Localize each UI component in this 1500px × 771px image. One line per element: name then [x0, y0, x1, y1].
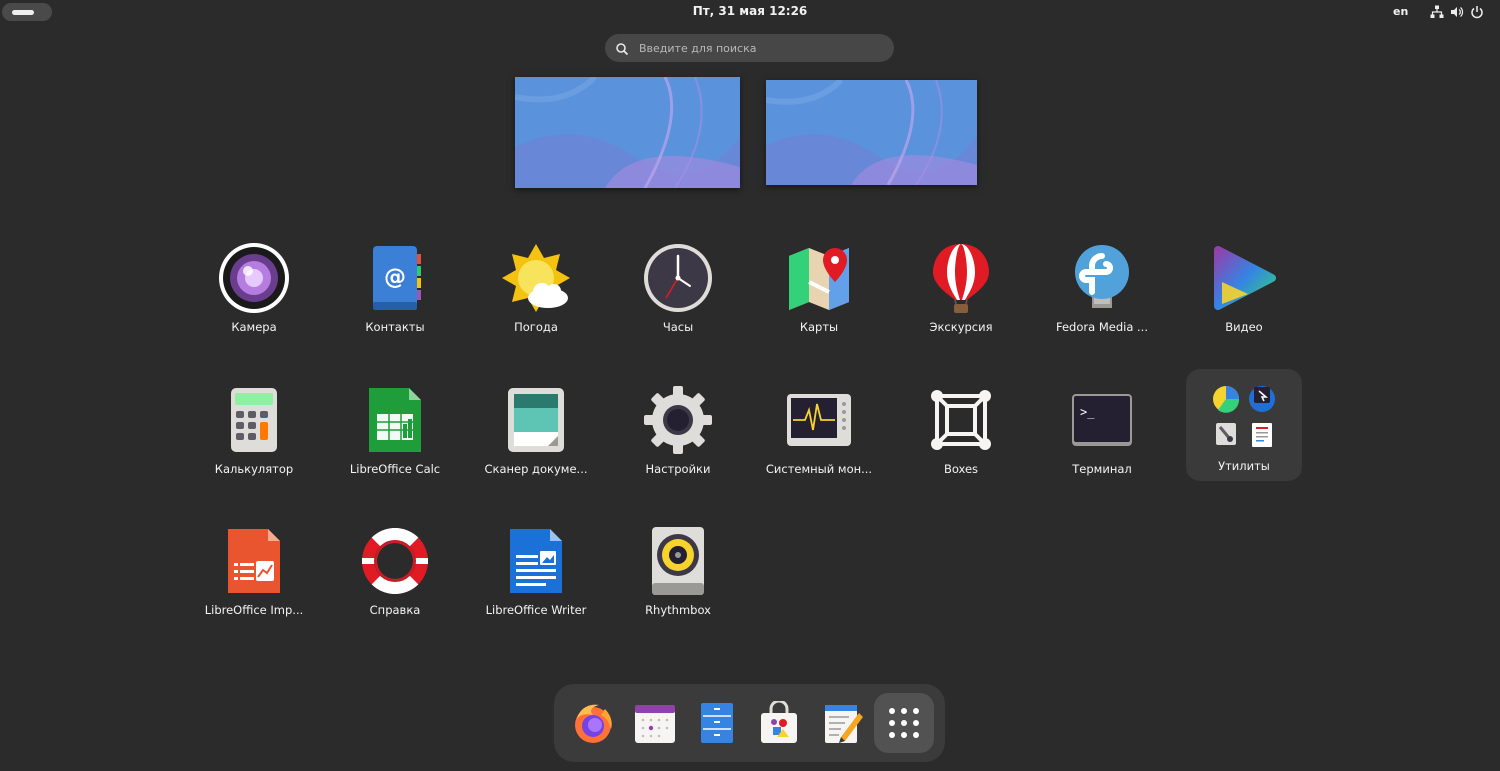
app-fedora-media-writer[interactable]: Fedora Media ...: [1044, 230, 1160, 342]
gnome-overview: Пт, 31 мая 12:26 en Введите для поиска К…: [0, 0, 1500, 771]
terminal-icon: >_: [1066, 384, 1138, 456]
app-settings[interactable]: Настройки: [620, 372, 736, 484]
app-calculator[interactable]: Калькулятор: [196, 372, 312, 484]
workspace-thumbnail-1[interactable]: [515, 77, 740, 188]
search-icon: [615, 41, 629, 56]
app-label: Rhythmbox: [645, 603, 711, 617]
dock-calendar[interactable]: [625, 693, 685, 753]
app-label: Системный мон...: [765, 462, 873, 476]
app-label: Видео: [1225, 320, 1263, 334]
app-boxes[interactable]: Boxes: [903, 372, 1019, 484]
app-label: Камера: [231, 320, 277, 334]
search-input[interactable]: [637, 40, 894, 56]
app-label: Калькулятор: [214, 462, 294, 476]
workspace-thumbnail-2[interactable]: [766, 80, 977, 185]
app-libreoffice-writer[interactable]: LibreOffice Writer: [478, 513, 594, 625]
app-label: Карты: [799, 320, 839, 334]
app-label: Сканер докуме...: [484, 462, 588, 476]
dock-text-editor[interactable]: [811, 693, 871, 753]
folder-label: Утилиты: [1218, 459, 1270, 473]
app-label: LibreOffice Writer: [485, 603, 587, 617]
clock-icon: [642, 242, 714, 314]
app-label: Терминал: [1072, 462, 1132, 476]
libreoffice-calc-icon: [359, 384, 431, 456]
svg-text:>_: >_: [1080, 405, 1095, 419]
app-label: LibreOffice Calc: [349, 462, 441, 476]
dash-dock: [554, 684, 945, 762]
app-clocks[interactable]: Часы: [620, 230, 736, 342]
app-label: Погода: [514, 320, 558, 334]
app-libreoffice-calc[interactable]: LibreOffice Calc: [337, 372, 453, 484]
system-monitor-icon: [783, 384, 855, 456]
app-rhythmbox[interactable]: Rhythmbox: [620, 513, 736, 625]
activities-button[interactable]: [2, 3, 52, 21]
power-icon: [1470, 4, 1484, 19]
search-bar[interactable]: [605, 34, 894, 62]
app-label: Boxes: [943, 462, 979, 476]
app-video[interactable]: Видео: [1186, 230, 1302, 342]
app-label: Настройки: [645, 462, 711, 476]
app-libreoffice-impress[interactable]: LibreOffice Imp...: [196, 513, 312, 625]
svg-text:@: @: [384, 265, 406, 290]
app-document-scanner[interactable]: Сканер докуме...: [478, 372, 594, 484]
app-weather[interactable]: Погода: [478, 230, 594, 342]
app-camera[interactable]: Камера: [196, 230, 312, 342]
text-editor-icon: [825, 705, 863, 743]
camera-icon: [218, 242, 290, 314]
app-label: Fedora Media ...: [1056, 320, 1148, 334]
network-icon: [1430, 4, 1444, 18]
keyboard-layout-indicator[interactable]: en: [1393, 5, 1408, 18]
workspace-indicator: [12, 10, 34, 15]
app-label: Справка: [369, 603, 421, 617]
app-label: Контакты: [365, 320, 425, 334]
dock-show-apps[interactable]: [874, 693, 934, 753]
app-grid-icon: [889, 708, 919, 738]
app-tour[interactable]: Экскурсия: [903, 230, 1019, 342]
libreoffice-impress-icon: [218, 525, 290, 597]
files-icon: [701, 703, 733, 743]
document-scanner-icon: [500, 384, 572, 456]
system-status-area[interactable]: [1430, 4, 1484, 19]
video-icon: [1208, 242, 1280, 314]
app-label: Часы: [662, 320, 694, 334]
app-label: Экскурсия: [929, 320, 993, 334]
volume-icon: [1450, 4, 1464, 18]
rhythmbox-icon: [642, 525, 714, 597]
weather-icon: [500, 242, 572, 314]
maps-icon: [783, 242, 855, 314]
app-help[interactable]: Справка: [337, 513, 453, 625]
fedora-media-writer-icon: [1066, 242, 1138, 314]
dock-firefox[interactable]: [563, 693, 623, 753]
calculator-icon: [218, 384, 290, 456]
contacts-icon: @: [359, 242, 431, 314]
libreoffice-writer-icon: [500, 525, 572, 597]
app-label: LibreOffice Imp...: [204, 603, 304, 617]
software-store-icon: [761, 701, 797, 743]
dock-files[interactable]: [687, 693, 747, 753]
utilities-folder-icon: [1208, 381, 1280, 453]
tour-balloon-icon: [925, 242, 997, 314]
app-system-monitor[interactable]: Системный мон...: [761, 372, 877, 484]
boxes-icon: [925, 384, 997, 456]
app-terminal[interactable]: >_ Терминал: [1044, 372, 1160, 484]
app-contacts[interactable]: @ Контакты: [337, 230, 453, 342]
calendar-icon: [635, 705, 675, 743]
dock-software[interactable]: [749, 693, 809, 753]
clock[interactable]: Пт, 31 мая 12:26: [693, 4, 808, 18]
help-lifebuoy-icon: [359, 525, 431, 597]
firefox-icon: [575, 704, 612, 743]
top-bar: Пт, 31 мая 12:26 en: [0, 0, 1500, 24]
app-maps[interactable]: Карты: [761, 230, 877, 342]
settings-gear-icon: [642, 384, 714, 456]
folder-utilities[interactable]: Утилиты: [1186, 369, 1302, 481]
